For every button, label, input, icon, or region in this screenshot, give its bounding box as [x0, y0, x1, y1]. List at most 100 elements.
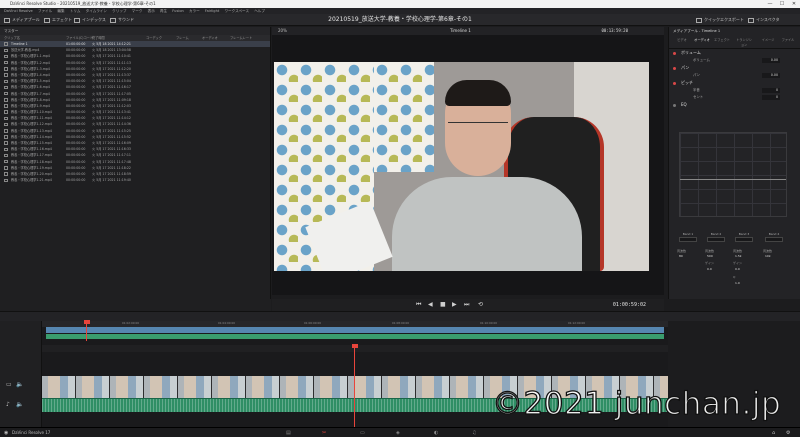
video-track-icon[interactable]: ▭ [6, 381, 12, 388]
band3-q[interactable]: 1.0 [735, 281, 740, 285]
pitch-section[interactable]: ピッチ [669, 79, 800, 87]
video-frame[interactable] [274, 62, 649, 271]
clip-icon [4, 166, 8, 170]
edit-index-icon [74, 17, 80, 23]
band2-gain[interactable]: 0.0 [707, 267, 712, 271]
inspector-tabs: ビデオ オーディオ エフェクト トランジション イメージ ファイル [669, 35, 800, 49]
clip-icon [4, 129, 8, 133]
eq-band-2[interactable]: Band 2 [705, 232, 727, 242]
band-type-selector[interactable] [707, 237, 725, 242]
clip-icon [4, 172, 8, 176]
quick-export-button[interactable]: クイックエクスポート [696, 16, 744, 24]
media-pool-button[interactable]: メディアプール [4, 16, 40, 24]
eq-band-4[interactable]: Band 4 [763, 232, 785, 242]
media-pool-footer [0, 299, 271, 311]
clip-icon [4, 141, 8, 145]
media-pool-panel: マスター クリップ名 ファイル(C)コード 終了時間 コーデック フレーム オー… [0, 27, 271, 299]
pan-row: パン 0.00 [693, 73, 780, 78]
project-title: 20210519_放送大学-教養・学校心理学-第6章-その1 [328, 16, 472, 23]
stop-icon[interactable]: ■ [440, 299, 446, 311]
edit-page-icon[interactable]: ▭ [360, 428, 365, 437]
band4-freq[interactable]: 10k [765, 254, 771, 258]
pitch-semitone-input[interactable]: 0 [762, 88, 780, 93]
patterned-wall-upper [374, 62, 434, 172]
play-icon[interactable]: ▶ [452, 299, 457, 311]
person-hair [445, 80, 511, 106]
edit-index-button[interactable]: インデックス [74, 16, 106, 24]
window-titlebar: DaVinci Resolve Studio - 20210519_放送大学-教… [0, 0, 800, 8]
volume-section[interactable]: ボリューム [669, 49, 800, 57]
clip-icon [4, 122, 8, 127]
media-list-item[interactable]: 教養・学校心理学1-21.mp4 00:00:00:00 火 5月 17 2021 … [0, 177, 270, 183]
viewer-zoom[interactable]: 20% [278, 27, 287, 35]
home-icon[interactable]: ⌂ [772, 428, 775, 437]
audio-speaker-icon[interactable]: 🔈 [16, 401, 23, 408]
band-type-selector[interactable] [679, 237, 697, 242]
enable-dot-icon[interactable] [673, 103, 676, 107]
band1-freq[interactable]: 80 [679, 254, 683, 258]
person-torso [392, 177, 582, 271]
tab-video[interactable]: ビデオ [673, 37, 691, 42]
clip-icon [4, 159, 8, 164]
media-pool-header: マスター [0, 27, 270, 35]
tab-image[interactable]: イメージ [759, 37, 777, 42]
clip-icon [4, 91, 8, 96]
clip-timecode: 00:00:00:00 [66, 178, 86, 183]
band3-gain[interactable]: 0.0 [735, 267, 740, 271]
inspector-panel: メディアプール - Timeline 1 ビデオ オーディオ エフェクト トラン… [668, 27, 800, 299]
tab-effects[interactable]: エフェクト [713, 37, 731, 42]
overview-playhead[interactable] [83, 320, 90, 341]
tab-file[interactable]: ファイル [779, 37, 797, 42]
effects-button[interactable]: エフェクト [44, 16, 72, 24]
volume-row: ボリューム 0.00 [693, 58, 780, 63]
color-page-icon[interactable]: ◐ [434, 428, 438, 437]
band3-freq[interactable]: 1.5k [735, 254, 742, 258]
person-glasses [448, 122, 508, 132]
audio-track-icon[interactable]: ♪ [6, 401, 10, 408]
pan-input[interactable]: 0.00 [762, 73, 780, 78]
inspector-icon [748, 17, 754, 23]
speaker-icon[interactable]: 🔈 [16, 381, 23, 388]
media-page-icon[interactable]: ▤ [286, 428, 291, 437]
eq-graph[interactable] [679, 132, 787, 217]
loop-icon[interactable]: ⟲ [478, 299, 483, 311]
status-bar: ◉ DaVinci Resolve 17 ▤ ✂ ▭ ◈ ◐ ♫ ⌂ ⚙ [0, 427, 800, 437]
maximize-button[interactable]: ☐ [776, 0, 788, 8]
pan-section[interactable]: パン [669, 64, 800, 72]
tab-transition[interactable]: トランジション [735, 37, 753, 47]
viewer-timeline-name[interactable]: Timeline 1 [450, 27, 471, 35]
fairlight-page-icon[interactable]: ♫ [472, 428, 476, 437]
settings-gear-icon[interactable]: ⚙ [786, 428, 790, 437]
sound-icon [110, 17, 116, 23]
eq-section[interactable]: EQ [669, 101, 800, 109]
media-list: Timeline 1 01:00:00:00 火 5月 18 2021 14:12:… [0, 41, 270, 183]
track-headers: ▭ 🔈 ♪ 🔈 [0, 321, 42, 427]
eq-band-1[interactable]: Band 1 [677, 232, 699, 242]
eq-band-3[interactable]: Band 3 [733, 232, 755, 242]
clip-icon [4, 54, 8, 59]
window-title: DaVinci Resolve Studio - 20210519_放送大学-教… [10, 1, 156, 6]
volume-input[interactable]: 0.00 [762, 58, 780, 63]
cut-page-icon[interactable]: ✂ [322, 428, 326, 437]
rewind-icon[interactable]: ◀ [428, 299, 433, 311]
resolve-logo-icon: ◉ [4, 430, 9, 436]
enable-dot-icon[interactable] [673, 51, 676, 55]
band-type-selector[interactable] [765, 237, 783, 242]
skip-end-icon[interactable]: ⏭ [464, 299, 469, 311]
sound-library-button[interactable]: サウンド [110, 16, 134, 24]
enable-dot-icon[interactable] [673, 66, 676, 70]
inspector-button[interactable]: インスペクタ [748, 16, 779, 24]
tab-audio[interactable]: オーディオ [693, 37, 711, 42]
clip-icon [4, 116, 8, 121]
clip-icon [4, 135, 8, 139]
timeline-playhead[interactable] [351, 344, 358, 427]
minimize-button[interactable]: — [764, 0, 776, 8]
close-button[interactable]: ✕ [788, 0, 800, 8]
eq-band-params: 周波数 80 周波数 500 周波数 1.5k 周波数 10k ゲイン 0.0 … [677, 249, 773, 285]
skip-start-icon[interactable]: ⏮ [416, 299, 421, 311]
enable-dot-icon[interactable] [673, 81, 676, 85]
band2-freq[interactable]: 500 [707, 254, 713, 258]
band-type-selector[interactable] [735, 237, 753, 242]
fusion-page-icon[interactable]: ◈ [396, 428, 400, 437]
pitch-cent-input[interactable]: 0 [762, 95, 780, 100]
